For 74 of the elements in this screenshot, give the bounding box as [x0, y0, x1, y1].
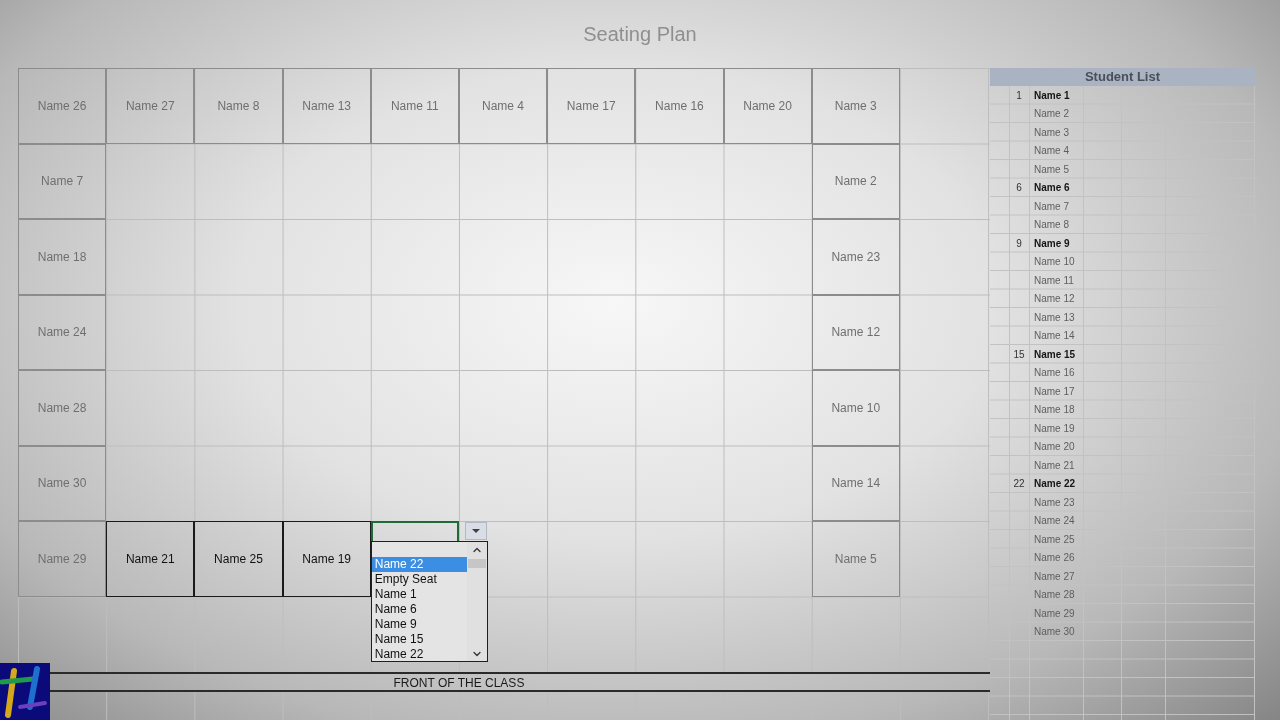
caret-down-icon [471, 529, 480, 533]
student-name: Name 1 [1034, 88, 1070, 103]
seat-cell: Name 23 [811, 219, 900, 295]
student-name: Name 9 [1034, 236, 1070, 251]
student-name: Name 17 [1034, 384, 1075, 399]
seat-cell: Name 12 [811, 294, 900, 370]
student-name: Name 22 [1034, 477, 1076, 492]
seat-cell: Name 13 [282, 68, 371, 144]
seat-cell: Name 27 [106, 68, 195, 144]
seat-cell: Name 4 [458, 68, 548, 144]
student-name: Name 4 [1034, 144, 1069, 159]
student-name: Name 12 [1034, 292, 1075, 307]
front-of-class-label: FRONT OF THE CLASS [392, 675, 526, 692]
scrollbar-thumb[interactable] [467, 559, 486, 568]
seat-cell: Name 14 [811, 445, 900, 521]
seat-cell: Name 24 [18, 294, 107, 370]
student-name: Name 10 [1034, 255, 1075, 270]
page-title: Seating Plan [583, 22, 697, 47]
seat-cell: Name 3 [811, 68, 900, 144]
dropdown-option[interactable]: Name 15 [371, 632, 467, 647]
student-name: Name 20 [1034, 440, 1075, 455]
seat-cell: Name 5 [811, 521, 900, 597]
student-number: 22 [1013, 477, 1025, 492]
seat-cell: Name 11 [370, 68, 459, 144]
scrollbar[interactable] [466, 542, 487, 661]
dropdown-arrow-button[interactable] [464, 522, 487, 540]
dropdown-option[interactable]: Name 1 [371, 587, 467, 602]
student-name: Name 3 [1034, 125, 1069, 140]
dropdown-option[interactable]: Empty Seat [371, 572, 467, 587]
student-name: Name 15 [1034, 347, 1076, 362]
seat-cell: Name 18 [18, 219, 107, 295]
student-name: Name 8 [1034, 218, 1069, 233]
student-name: Name 18 [1034, 403, 1075, 418]
student-number: 15 [1013, 347, 1025, 362]
seat-cell: Name 20 [723, 68, 812, 144]
student-name: Name 23 [1034, 495, 1075, 510]
student-name: Name 19 [1034, 421, 1075, 436]
seat-cell: Name 25 [194, 521, 283, 597]
student-name: Name 26 [1034, 551, 1075, 566]
student-number: 9 [1016, 236, 1022, 251]
seat-cell: Name 17 [547, 68, 636, 144]
seat-cell: Name 7 [18, 143, 107, 219]
seat-cell: Name 21 [106, 521, 195, 597]
student-name: Name 13 [1034, 310, 1075, 325]
seat-cell: Name 2 [811, 143, 900, 219]
student-name: Name 7 [1034, 199, 1069, 214]
student-name: Name 28 [1034, 588, 1075, 603]
student-name: Name 27 [1034, 569, 1075, 584]
student-name: Name 16 [1034, 366, 1075, 381]
student-name: Name 25 [1034, 532, 1075, 547]
seat-cell: Name 8 [194, 68, 283, 144]
logo-icon [0, 663, 50, 720]
seat-cell: Name 16 [635, 68, 724, 144]
seat-cell: Name 30 [18, 445, 107, 521]
seat-cell: Name 19 [282, 521, 371, 597]
seat-cell: Name 29 [18, 521, 107, 597]
seat-cell: Name 28 [18, 370, 107, 446]
dropdown-option[interactable]: Name 6 [371, 602, 467, 617]
student-number: 6 [1016, 181, 1022, 196]
student-name: Name 11 [1034, 273, 1074, 288]
student-name: Name 24 [1034, 514, 1075, 529]
student-name: Name 30 [1034, 625, 1075, 640]
seat-cell: Name 10 [811, 370, 900, 446]
dropdown-option[interactable]: Name 9 [371, 617, 467, 632]
student-name: Name 29 [1034, 606, 1075, 621]
dropdown-option[interactable]: Name 22 [371, 647, 467, 662]
seat-cell: Name 26 [18, 68, 107, 144]
student-name: Name 21 [1034, 458, 1075, 473]
student-name: Name 6 [1034, 181, 1070, 196]
student-name: Name 5 [1034, 162, 1069, 177]
student-number: 1 [1016, 88, 1022, 103]
student-name: Name 2 [1034, 107, 1069, 122]
student-name: Name 14 [1034, 329, 1075, 344]
student-list-header: Student List [990, 68, 1255, 86]
